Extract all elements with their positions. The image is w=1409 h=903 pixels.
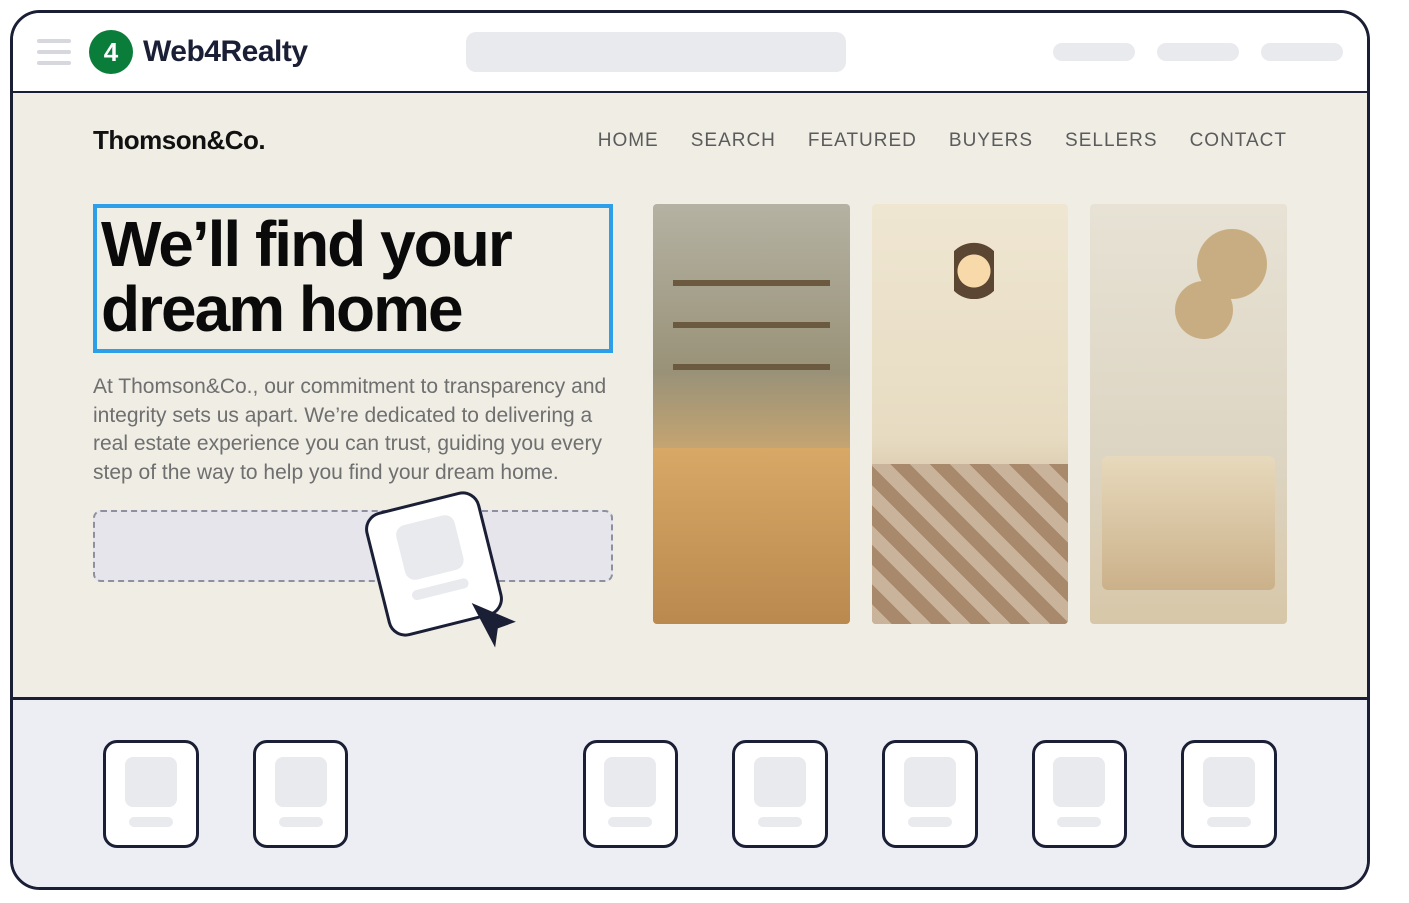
hero-paragraph[interactable]: At Thomson&Co., our commitment to transp…: [93, 373, 613, 489]
hero-image-1[interactable]: [653, 204, 850, 624]
logo-badge-icon: 4: [89, 30, 133, 74]
nav-featured[interactable]: FEATURED: [808, 130, 917, 152]
menu-icon[interactable]: [37, 39, 71, 65]
tray-widget[interactable]: [253, 740, 349, 848]
site-preview-canvas[interactable]: Thomson&Co. HOME SEARCH FEATURED BUYERS …: [13, 93, 1367, 697]
nav-buyers[interactable]: BUYERS: [949, 130, 1033, 152]
nav-contact[interactable]: CONTACT: [1190, 130, 1287, 152]
app-logo[interactable]: 4 Web4Realty: [89, 30, 308, 74]
nav-search[interactable]: SEARCH: [691, 130, 776, 152]
topbar-actions: [1053, 43, 1343, 61]
widget-thumb-placeholder: [394, 513, 466, 582]
widget-thumb-placeholder: [1203, 757, 1255, 807]
site-logo[interactable]: Thomson&Co.: [93, 125, 265, 156]
tray-widget[interactable]: [732, 740, 828, 848]
widget-tray: [13, 697, 1367, 887]
widget-label-placeholder: [608, 817, 652, 827]
editor-topbar: 4 Web4Realty: [13, 13, 1367, 93]
widget-thumb-placeholder: [904, 757, 956, 807]
site-nav: HOME SEARCH FEATURED BUYERS SELLERS CONT…: [598, 130, 1287, 152]
widget-label-placeholder: [279, 817, 323, 827]
tray-widget[interactable]: [1181, 740, 1277, 848]
site-header: Thomson&Co. HOME SEARCH FEATURED BUYERS …: [93, 125, 1287, 156]
app-logo-text: Web4Realty: [143, 35, 308, 69]
nav-home[interactable]: HOME: [598, 130, 659, 152]
widget-thumb-placeholder: [754, 757, 806, 807]
widget-label-placeholder: [1207, 817, 1251, 827]
hero-image-3[interactable]: [1090, 204, 1287, 624]
hero-image-2[interactable]: [872, 204, 1069, 624]
nav-sellers[interactable]: SELLERS: [1065, 130, 1158, 152]
widget-label-placeholder: [411, 578, 470, 602]
tray-widget[interactable]: [1032, 740, 1128, 848]
topbar-action-placeholder[interactable]: [1157, 43, 1239, 61]
widget-label-placeholder: [129, 817, 173, 827]
hero-image-triptych: [653, 204, 1287, 624]
widget-label-placeholder: [758, 817, 802, 827]
topbar-action-placeholder[interactable]: [1261, 43, 1343, 61]
tray-widget[interactable]: [583, 740, 679, 848]
widget-thumb-placeholder: [275, 757, 327, 807]
widget-thumb-placeholder: [604, 757, 656, 807]
widget-thumb-placeholder: [125, 757, 177, 807]
tray-widget[interactable]: [882, 740, 978, 848]
cursor-icon: [464, 594, 526, 656]
hero-headline-selected[interactable]: We’ll find your dream home: [93, 204, 613, 353]
widget-label-placeholder: [908, 817, 952, 827]
topbar-action-placeholder[interactable]: [1053, 43, 1135, 61]
url-bar[interactable]: [466, 32, 846, 72]
widget-dropzone[interactable]: [93, 510, 613, 582]
hero-left-column: We’ll find your dream home At Thomson&Co…: [93, 204, 613, 624]
widget-thumb-placeholder: [1053, 757, 1105, 807]
app-window: 4 Web4Realty Thomson&Co. HOME SEARCH FEA…: [10, 10, 1370, 890]
widget-label-placeholder: [1057, 817, 1101, 827]
hero-section: We’ll find your dream home At Thomson&Co…: [93, 204, 1287, 624]
tray-widget[interactable]: [103, 740, 199, 848]
